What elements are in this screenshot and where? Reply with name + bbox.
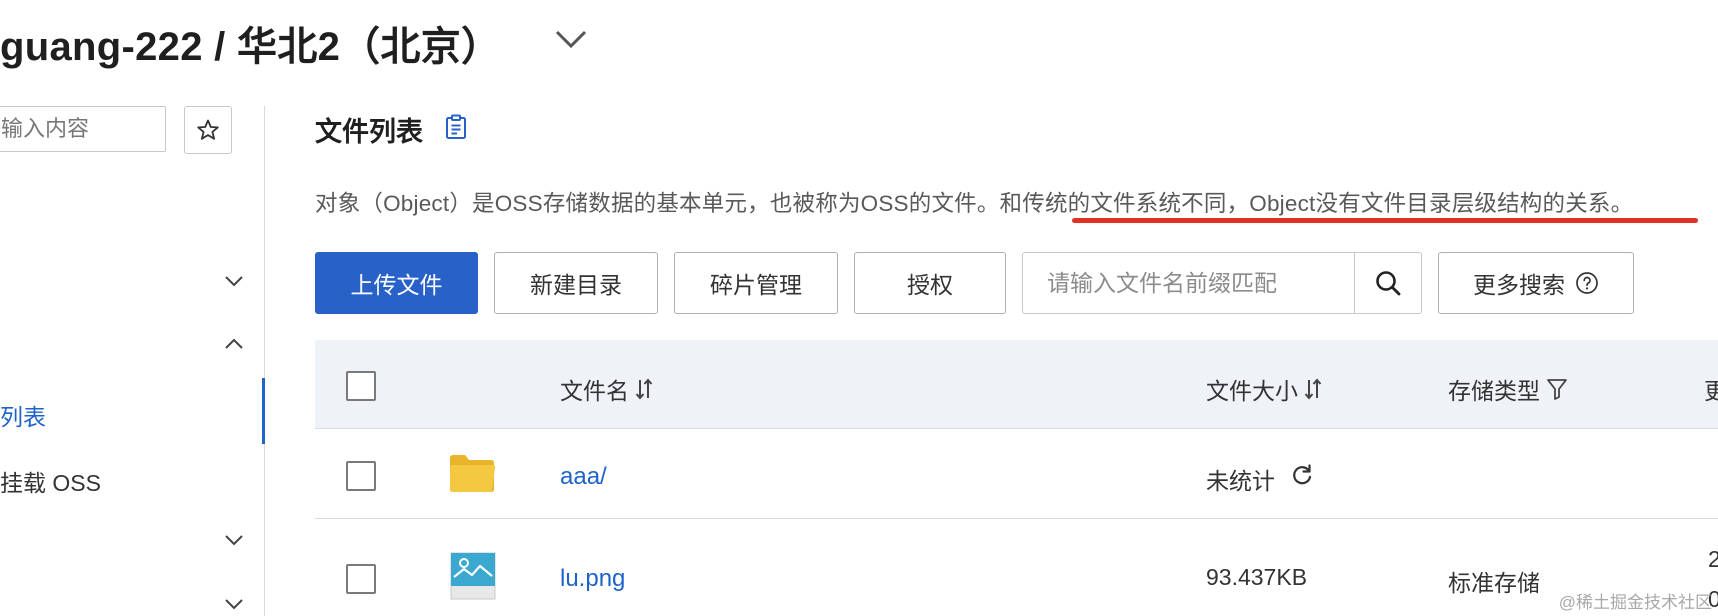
- column-header-name[interactable]: 文件名: [560, 372, 653, 406]
- sidebar-item-file-list[interactable]: 列表: [0, 398, 46, 432]
- upload-file-button[interactable]: 上传文件: [315, 252, 478, 314]
- sidebar-divider: [264, 106, 265, 616]
- favorite-button[interactable]: [184, 106, 232, 154]
- watermark: @稀土掘金技术社区: [1558, 593, 1712, 612]
- file-name-link[interactable]: lu.png: [560, 565, 625, 593]
- file-search-input[interactable]: [1023, 253, 1354, 313]
- star-icon: [197, 119, 219, 140]
- help-circle-icon: [1576, 272, 1598, 294]
- file-search: [1022, 252, 1422, 314]
- chevron-down-icon[interactable]: [554, 28, 588, 50]
- row-divider: [315, 518, 1718, 519]
- search-button[interactable]: [1354, 253, 1421, 313]
- row-checkbox[interactable]: [346, 564, 376, 594]
- folder-icon: [450, 455, 496, 492]
- more-search-button[interactable]: 更多搜索: [1438, 252, 1634, 314]
- column-header-extra: 更: [1704, 378, 1718, 404]
- filter-icon[interactable]: [1546, 377, 1568, 401]
- sort-icon[interactable]: [1304, 377, 1322, 401]
- more-search-label: 更多搜索: [1473, 272, 1565, 298]
- refresh-icon[interactable]: [1290, 463, 1314, 487]
- sidebar-item-mount-oss[interactable]: 挂载 OSS: [0, 464, 101, 498]
- description-text: 对象（Object）是OSS存储数据的基本单元，也被称为OSS的文件。和传统的文…: [315, 191, 1634, 216]
- authorize-button[interactable]: 授权: [854, 252, 1006, 314]
- chevron-up-icon[interactable]: [224, 337, 244, 351]
- fragment-management-button[interactable]: 碎片管理: [674, 252, 838, 314]
- column-header-size[interactable]: 文件大小: [1206, 372, 1322, 406]
- page-title: 文件列表: [315, 117, 423, 147]
- file-size: 未统计: [1206, 468, 1275, 494]
- highlight-underline: [1072, 218, 1698, 223]
- sidebar-search[interactable]: [0, 106, 166, 152]
- file-name-link[interactable]: aaa/: [560, 463, 607, 491]
- sort-icon[interactable]: [635, 377, 653, 401]
- sidebar-search-input[interactable]: [0, 108, 163, 150]
- file-size: 93.437KB: [1206, 564, 1308, 590]
- storage-class: 标准存储: [1448, 570, 1540, 596]
- clipboard-icon[interactable]: [444, 114, 468, 140]
- new-directory-button[interactable]: 新建目录: [494, 252, 658, 314]
- extra-cell-top: 2: [1708, 546, 1718, 572]
- search-icon: [1376, 271, 1401, 296]
- bucket-title: guang-222 / 华北2（北京）: [0, 25, 502, 69]
- chevron-down-icon[interactable]: [224, 533, 244, 547]
- select-all-checkbox[interactable]: [346, 371, 376, 401]
- row-checkbox[interactable]: [346, 461, 376, 491]
- chevron-down-icon[interactable]: [224, 274, 244, 288]
- sidebar-active-indicator: [262, 378, 265, 444]
- column-header-storage[interactable]: 存储类型: [1448, 372, 1568, 406]
- chevron-down-icon[interactable]: [224, 597, 244, 611]
- image-file-icon: [450, 552, 496, 600]
